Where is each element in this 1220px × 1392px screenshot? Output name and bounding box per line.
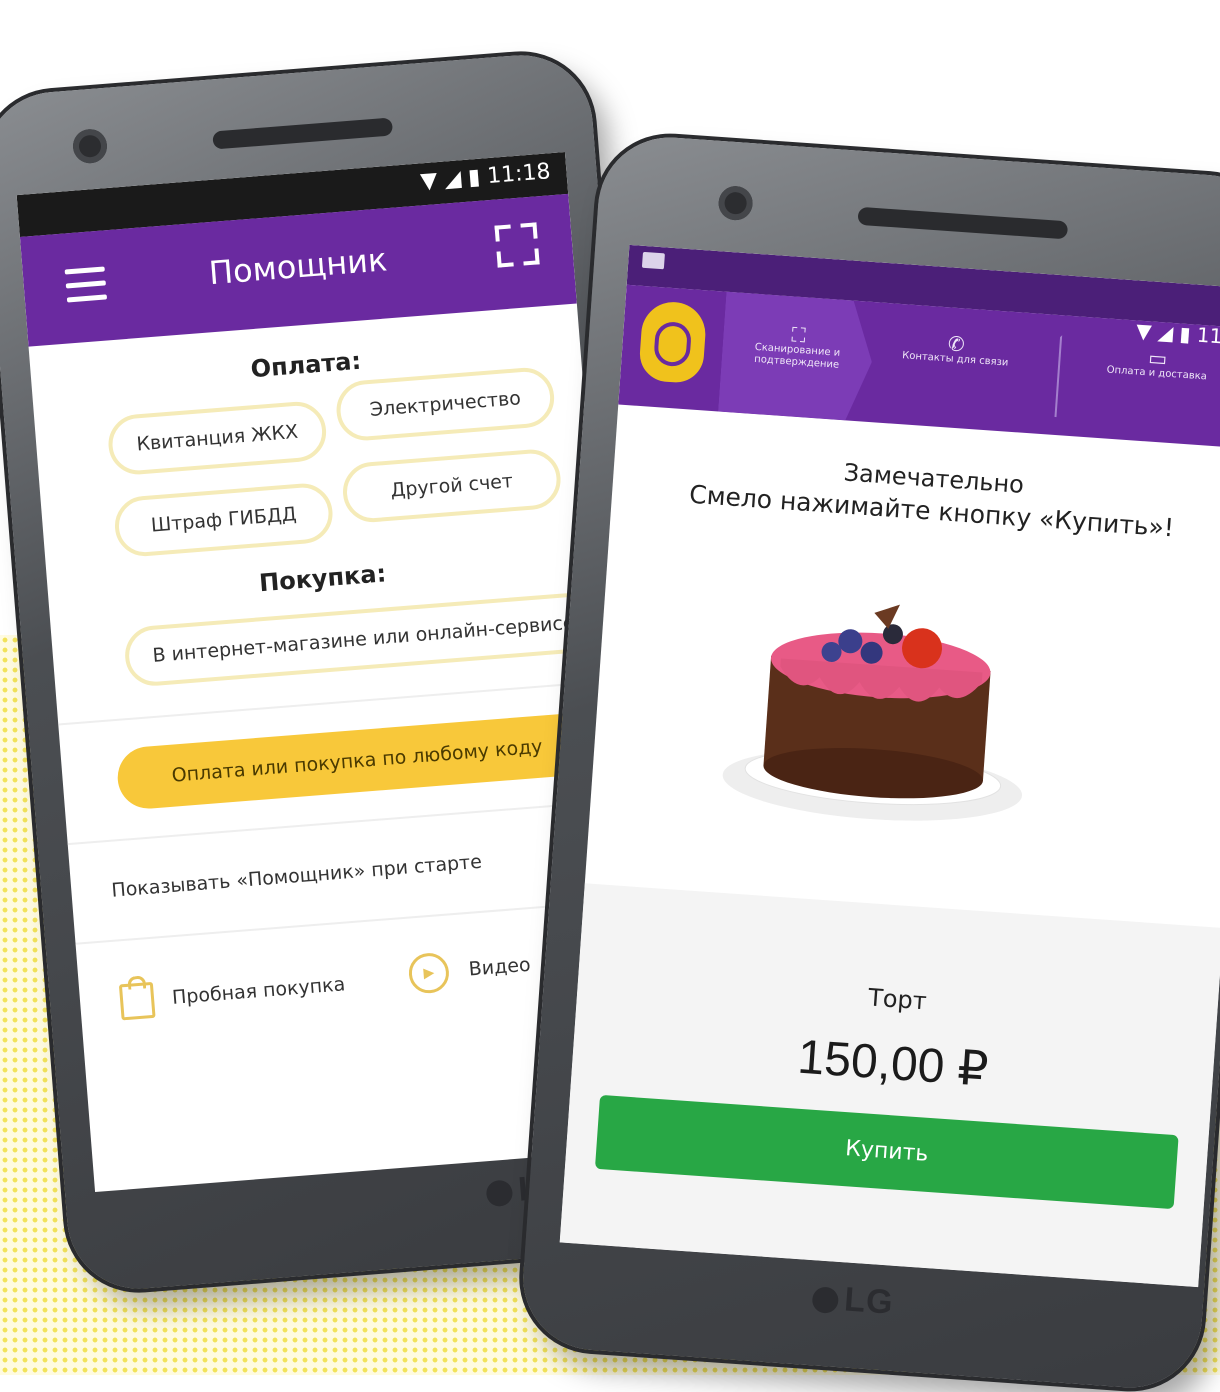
- chevron-right-icon: [1018, 332, 1063, 418]
- wifi-icon: ▼: [419, 168, 439, 195]
- step-contacts[interactable]: ✆ Контакты для связи: [890, 331, 1022, 370]
- any-code-button[interactable]: Оплата или покупка по любому коду: [115, 711, 599, 811]
- trial-purchase-button[interactable]: Пробная покупка: [118, 967, 347, 1021]
- cake-image: [722, 604, 1023, 821]
- speaker: [212, 117, 394, 150]
- pill-other-bill[interactable]: Другой счет: [340, 447, 563, 525]
- status-time: 11:18: [486, 159, 552, 190]
- show-on-start-toggle[interactable]: Показывать «Помощник» при старте: [111, 851, 483, 902]
- battery-icon: ▮: [1178, 321, 1192, 347]
- brand-logo: LG: [811, 1278, 895, 1323]
- step-scan[interactable]: ⛶ Сканирование и подтверждение: [718, 292, 876, 422]
- divider: [75, 899, 624, 945]
- step-payment[interactable]: ▭ Оплата и доставка: [1091, 345, 1220, 384]
- scan-icon[interactable]: [494, 222, 540, 268]
- video-button[interactable]: ▶ Видео: [407, 945, 532, 995]
- camera: [71, 127, 109, 165]
- signal-icon: ◢: [1157, 319, 1175, 345]
- shopping-bag-icon: [118, 981, 156, 1021]
- page-title: Помощник: [207, 240, 389, 293]
- trial-purchase-label: Пробная покупка: [171, 973, 347, 1009]
- speaker: [857, 206, 1069, 240]
- product-card: Торт 150,00 ₽ Купить: [559, 883, 1220, 1288]
- scarab-logo-icon: [638, 299, 708, 385]
- wifi-icon: ▼: [1135, 318, 1153, 344]
- buy-button[interactable]: Купить: [594, 1094, 1179, 1210]
- pill-online-store[interactable]: В интернет-магазине или онлайн-сервисе: [122, 590, 605, 688]
- checkout-screen: ⛶ Сканирование и подтверждение ✆ Контакт…: [559, 244, 1220, 1288]
- pill-electricity[interactable]: Электричество: [334, 365, 557, 443]
- pill-traffic-fine[interactable]: Штраф ГИБДД: [112, 481, 335, 559]
- camera: [717, 185, 754, 222]
- signal-icon: ◢: [443, 166, 463, 193]
- video-label: Видео: [467, 953, 532, 981]
- scan-icon: ⛶: [790, 322, 807, 348]
- play-icon: ▶: [407, 951, 451, 995]
- image-icon: [641, 251, 665, 270]
- pill-utility-bill[interactable]: Квитанция ЖКХ: [106, 399, 329, 477]
- status-time: 11:20: [1196, 322, 1220, 351]
- battery-icon: ▮: [467, 164, 482, 191]
- phone-checkout: ⛶ Сканирование и подтверждение ✆ Контакт…: [518, 132, 1220, 1392]
